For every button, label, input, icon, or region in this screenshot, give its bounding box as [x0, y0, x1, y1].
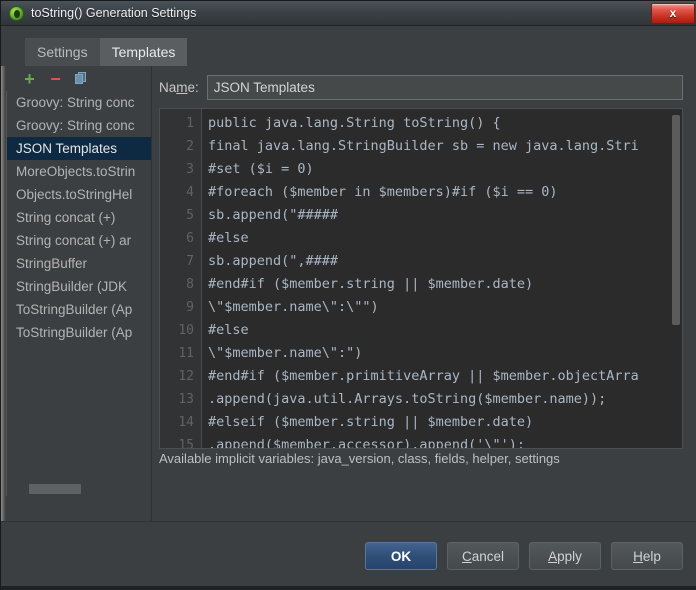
code-line: #elseif ($member.string || $member.date) [208, 414, 534, 430]
line-number: 9 [186, 300, 194, 315]
button-group: OK Cancel Apply Help [364, 542, 683, 570]
line-number: 2 [186, 139, 194, 154]
code-line: #foreach ($member in $members)#if ($i ==… [208, 184, 558, 200]
ok-button-label: OK [390, 548, 412, 564]
tab-settings[interactable]: Settings [25, 38, 100, 66]
editor-code-area[interactable]: public java.lang.String toString() { fin… [202, 109, 682, 448]
line-number: 14 [178, 415, 194, 430]
copy-icon-page-front [75, 74, 83, 84]
name-label-prefix: Na [159, 79, 177, 95]
editor-vertical-scrollbar[interactable] [671, 109, 682, 448]
dialog-body: + − Groovy: String conc Groovy: String c… [1, 66, 696, 521]
template-list-toolbar: + − [6, 66, 151, 91]
cancel-button[interactable]: Cancel [446, 542, 519, 570]
list-item[interactable]: ToStringBuilder (Ap [7, 298, 151, 321]
velocity-template-editor[interactable]: 1 2 3 4 5 6 7 8 9 10 11 12 13 14 15 16 1 [159, 108, 683, 449]
code-line: final java.lang.StringBuilder sb = new j… [208, 138, 639, 154]
name-label-mnemonic: m [176, 79, 188, 95]
list-item[interactable]: String concat (+) [7, 206, 151, 229]
add-template-icon[interactable]: + [22, 70, 37, 88]
code-line: #end#if ($member.primitiveArray || $memb… [208, 368, 639, 384]
list-item[interactable]: StringBuilder (JDK [7, 275, 151, 298]
line-number: 5 [186, 208, 194, 223]
code-line: sb.append(",#### [208, 253, 339, 269]
intellij-app-icon [9, 5, 24, 21]
code-line: .append(java.util.Arrays.toString($membe… [208, 391, 607, 407]
line-number: 13 [178, 392, 194, 407]
ok-button[interactable]: OK [364, 542, 437, 570]
list-item[interactable]: StringBuffer [7, 252, 151, 275]
list-item-json-templates[interactable]: JSON Templates [7, 137, 151, 160]
template-list-panel: + − Groovy: String conc Groovy: String c… [6, 66, 152, 521]
code-line: sb.append("##### [208, 207, 339, 223]
title-bar-left: toString() Generation Settings [1, 5, 651, 21]
list-item[interactable]: Objects.toStringHel [7, 183, 151, 206]
code-line: #end#if ($member.string || $member.date) [208, 276, 534, 292]
dialog-button-bar: OK Cancel Apply Help http://blog.csdn.ne… [1, 521, 696, 590]
help-button-label: elp [642, 548, 661, 564]
line-number: 8 [186, 277, 194, 292]
list-item[interactable]: String concat (+) ar [7, 229, 151, 252]
implicit-variables-hint: Available implicit variables: java_versi… [159, 451, 560, 466]
list-item[interactable]: Groovy: String conc [7, 91, 151, 114]
line-number: 3 [186, 162, 194, 177]
template-editor-panel: Name: 1 2 3 4 5 6 7 8 9 10 11 12 13 [153, 66, 696, 521]
apply-button-mnemonic: A [548, 548, 558, 564]
cancel-button-label: ancel [471, 548, 504, 564]
dialog-window: toString() Generation Settings x Setting… [0, 0, 696, 590]
line-number: 1 [186, 116, 194, 131]
line-number: 6 [186, 231, 194, 246]
editor-gutter: 1 2 3 4 5 6 7 8 9 10 11 12 13 14 15 16 1 [160, 109, 202, 448]
list-item[interactable]: MoreObjects.toStrin [7, 160, 151, 183]
code-line: #set ($i = 0) [208, 161, 314, 177]
code-line: .append($member.accessor).append('\"'); [208, 437, 525, 448]
list-item[interactable]: Groovy: String conc [7, 114, 151, 137]
template-list-horizontal-scrollbar[interactable] [7, 482, 151, 496]
line-number: 7 [186, 254, 194, 269]
name-label-suffix: e: [187, 79, 199, 95]
list-item[interactable]: ToStringBuilder (Ap [7, 321, 151, 344]
window-bottom-edge [1, 586, 696, 590]
tab-templates[interactable]: Templates [99, 38, 188, 66]
title-bar: toString() Generation Settings x [1, 1, 696, 26]
name-input[interactable] [206, 74, 683, 100]
cancel-button-mnemonic: C [461, 548, 472, 564]
close-button[interactable]: x [651, 2, 695, 24]
code-line: \"$member.name\":\"") [208, 299, 379, 315]
line-number: 11 [178, 346, 194, 361]
help-button-mnemonic: H [633, 548, 643, 564]
code-line: #else [208, 230, 249, 246]
line-number: 15 [178, 438, 194, 449]
scrollbar-thumb[interactable] [29, 484, 81, 494]
code-line: public java.lang.String toString() { [208, 115, 501, 131]
code-line: \"$member.name\":") [208, 345, 363, 361]
scrollbar-thumb[interactable] [672, 115, 680, 325]
help-button[interactable]: Help [611, 542, 683, 570]
line-number: 10 [178, 323, 194, 338]
template-list[interactable]: Groovy: String conc Groovy: String conc … [6, 91, 151, 496]
window-title: toString() Generation Settings [31, 6, 197, 20]
name-row: Name: [153, 72, 696, 102]
apply-button[interactable]: Apply [529, 542, 601, 570]
code-line: #else [208, 322, 249, 338]
remove-template-icon[interactable]: − [48, 70, 63, 88]
tab-bar: Settings Templates [1, 26, 696, 66]
copy-template-icon[interactable] [74, 71, 89, 86]
line-number: 4 [186, 185, 194, 200]
line-number: 12 [178, 369, 194, 384]
apply-button-label: pply [557, 548, 582, 564]
name-label: Name: [159, 80, 199, 95]
